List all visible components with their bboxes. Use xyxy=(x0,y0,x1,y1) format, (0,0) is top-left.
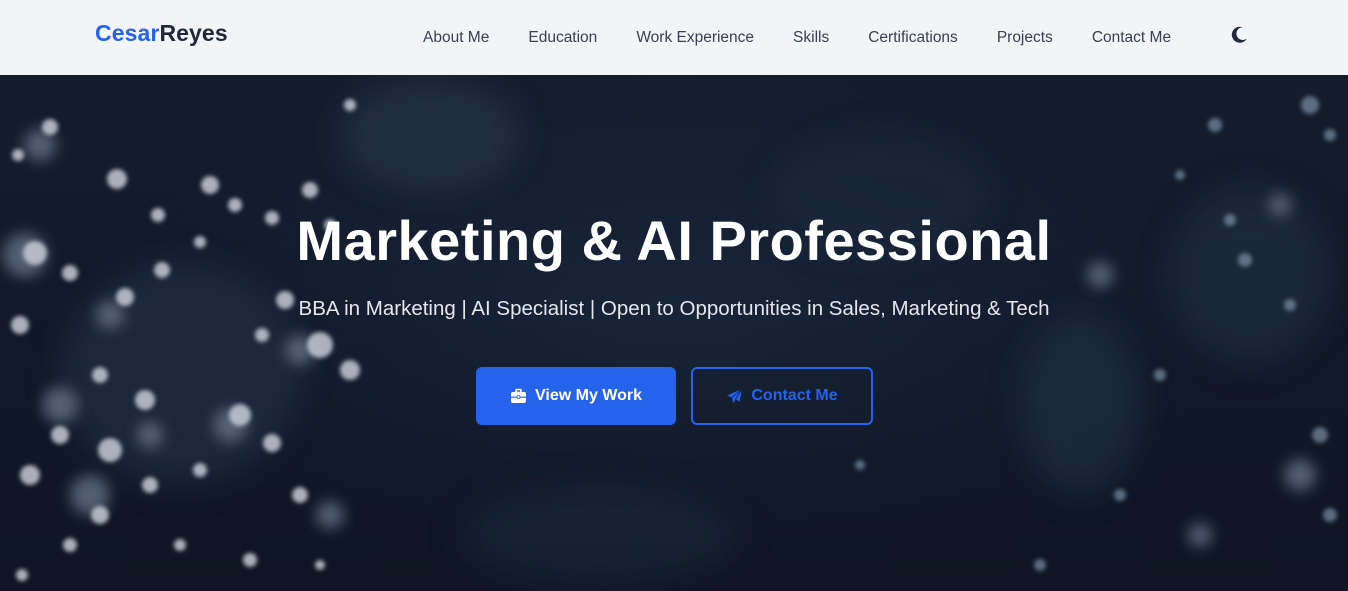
nav-item-about-me[interactable]: About Me xyxy=(423,29,489,47)
nav-item-certifications[interactable]: Certifications xyxy=(868,29,958,47)
moon-icon[interactable] xyxy=(1228,24,1250,46)
view-my-work-button[interactable]: View My Work xyxy=(476,367,676,425)
contact-me-label: Contact Me xyxy=(751,387,838,404)
view-my-work-label: View My Work xyxy=(535,387,642,404)
nav-item-contact-me[interactable]: Contact Me xyxy=(1092,29,1171,47)
brand-first-name: Cesar xyxy=(95,20,160,46)
hero-subtitle: BBA in Marketing | AI Specialist | Open … xyxy=(298,297,1050,320)
nav-item-education[interactable]: Education xyxy=(528,29,597,47)
nav-item-projects[interactable]: Projects xyxy=(997,29,1053,47)
hero-content: Marketing & AI Professional BBA in Marke… xyxy=(0,75,1348,591)
contact-me-button[interactable]: Contact Me xyxy=(691,367,873,425)
paper-plane-icon xyxy=(726,388,743,405)
brand-logo[interactable]: CesarReyes xyxy=(95,20,228,47)
brand-last-name: Reyes xyxy=(159,20,228,46)
briefcase-icon xyxy=(510,388,527,405)
nav-menu: About Me Education Work Experience Skill… xyxy=(423,0,1210,75)
nav-item-skills[interactable]: Skills xyxy=(793,29,829,47)
hero-section: Marketing & AI Professional BBA in Marke… xyxy=(0,75,1348,591)
nav-item-work-experience[interactable]: Work Experience xyxy=(636,29,754,47)
hero-title: Marketing & AI Professional xyxy=(296,209,1052,272)
navbar: CesarReyes About Me Education Work Exper… xyxy=(0,0,1348,75)
